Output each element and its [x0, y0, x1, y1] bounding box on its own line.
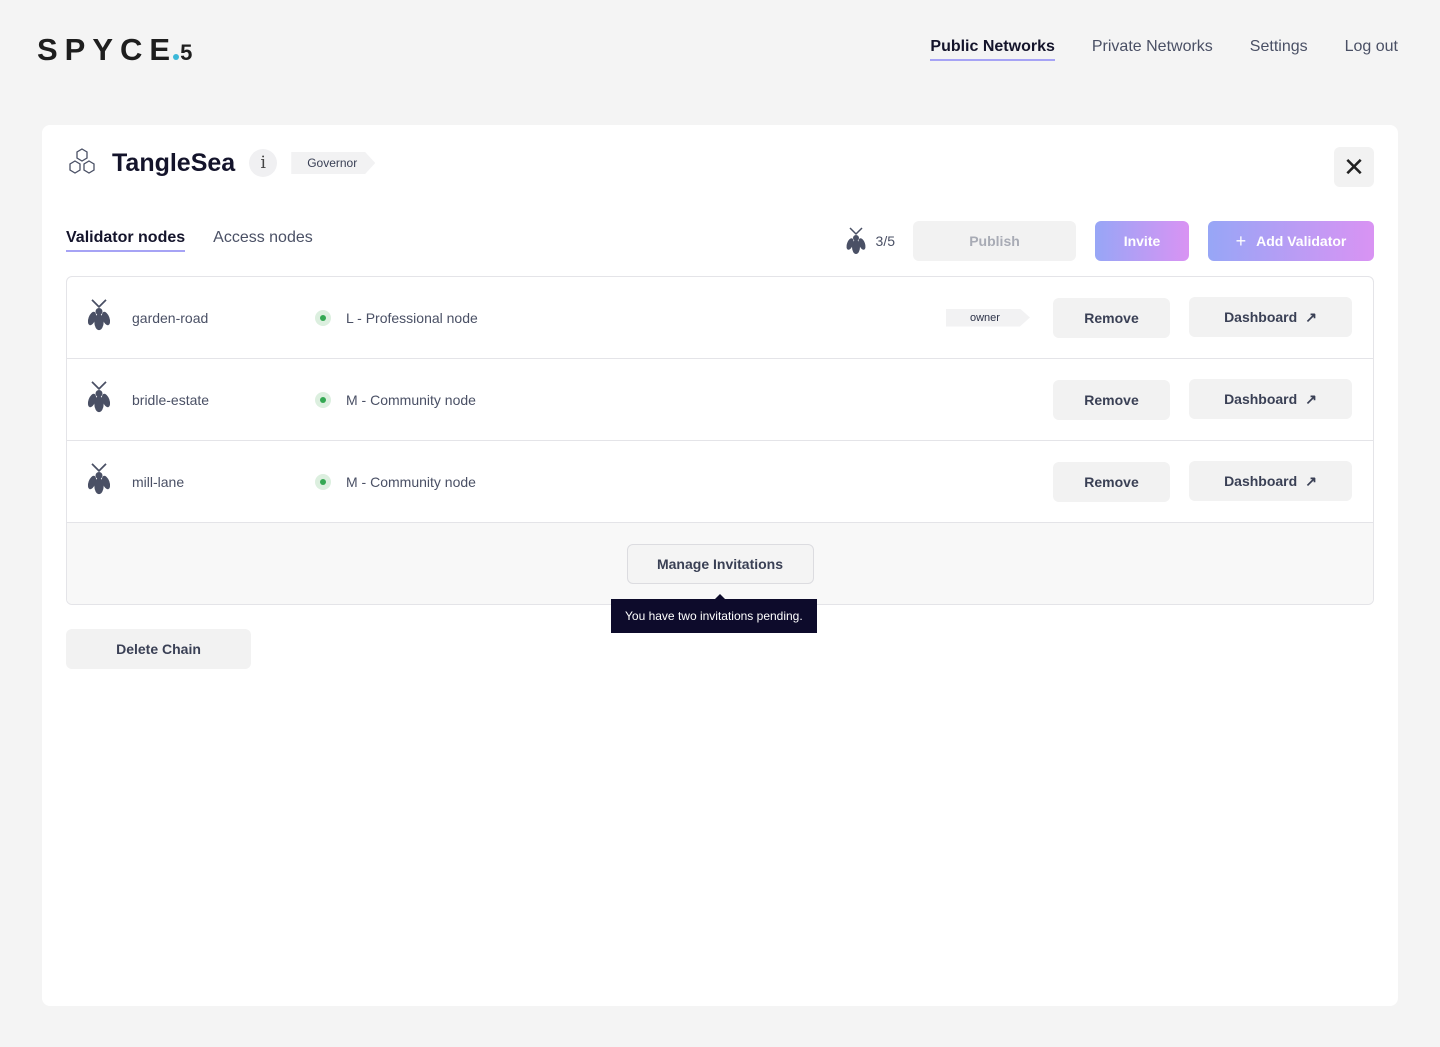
dashboard-button[interactable]: Dashboard ↗ [1189, 297, 1352, 337]
remove-button[interactable]: Remove [1053, 297, 1170, 338]
plus-icon: + [1235, 230, 1247, 251]
network-title: TangleSea [112, 148, 236, 177]
table-row: mill-lane M - Community node Remove Dash… [67, 441, 1373, 523]
top-nav: Public Networks Private Networks Setting… [930, 38, 1398, 61]
add-validator-button[interactable]: + Add Validator [1208, 221, 1374, 261]
external-link-icon: ↗ [1305, 390, 1317, 407]
bee-icon [85, 297, 113, 338]
remove-button[interactable]: Remove [1053, 379, 1170, 420]
table-footer: Manage Invitations [67, 523, 1373, 604]
delete-chain-button[interactable]: Delete Chain [66, 629, 251, 669]
dashboard-button[interactable]: Dashboard ↗ [1189, 379, 1352, 419]
logo-dot [173, 54, 180, 60]
node-type: M - Community node [346, 473, 476, 490]
nav-settings[interactable]: Settings [1250, 38, 1308, 61]
remove-button[interactable]: Remove [1053, 461, 1170, 502]
network-card: TangleSea i Governor ✕ Validator nodes A… [42, 125, 1398, 1006]
dashboard-button[interactable]: Dashboard ↗ [1189, 461, 1352, 501]
role-badge: Governor [291, 152, 376, 174]
nav-public-networks[interactable]: Public Networks [930, 38, 1055, 61]
validator-table: garden-road L - Professional node owner … [66, 276, 1374, 605]
add-validator-label: Add Validator [1256, 233, 1347, 249]
status-online-icon [315, 473, 331, 490]
status-online-icon [315, 391, 331, 408]
tab-validator-nodes[interactable]: Validator nodes [66, 229, 186, 252]
node-name: bridle-estate [132, 391, 210, 408]
invitations-tooltip: You have two invitations pending. [611, 594, 817, 633]
dashboard-label: Dashboard [1224, 391, 1298, 407]
external-link-icon: ↗ [1305, 308, 1317, 325]
logo-text: SPYCE [37, 32, 178, 67]
close-button[interactable]: ✕ [1334, 147, 1374, 187]
validator-count: 3/5 [875, 233, 895, 249]
tab-access-nodes[interactable]: Access nodes [213, 229, 313, 252]
close-icon: ✕ [1343, 151, 1365, 182]
network-hexagons-icon [69, 148, 95, 174]
dashboard-label: Dashboard [1224, 473, 1298, 489]
owner-badge: owner [946, 308, 1030, 327]
external-link-icon: ↗ [1305, 472, 1317, 489]
publish-button[interactable]: Publish [913, 221, 1076, 261]
nav-private-networks[interactable]: Private Networks [1092, 38, 1213, 61]
node-name: garden-road [132, 309, 209, 326]
dashboard-label: Dashboard [1224, 309, 1298, 325]
logo-suffix: 5 [180, 40, 193, 65]
table-row: bridle-estate M - Community node Remove … [67, 359, 1373, 441]
bee-icon [846, 227, 866, 254]
status-online-icon [315, 309, 331, 326]
bee-icon [85, 461, 113, 502]
table-row: garden-road L - Professional node owner … [67, 277, 1373, 359]
node-type: L - Professional node [346, 309, 478, 326]
node-name: mill-lane [132, 473, 185, 490]
invite-button[interactable]: Invite [1095, 221, 1189, 261]
manage-invitations-button[interactable]: Manage Invitations [626, 544, 814, 584]
info-icon[interactable]: i [249, 149, 278, 177]
bee-icon [85, 379, 113, 420]
node-type: M - Community node [346, 391, 476, 408]
logo[interactable]: SPYCE 5 [37, 32, 192, 68]
nav-log-out[interactable]: Log out [1345, 38, 1398, 61]
